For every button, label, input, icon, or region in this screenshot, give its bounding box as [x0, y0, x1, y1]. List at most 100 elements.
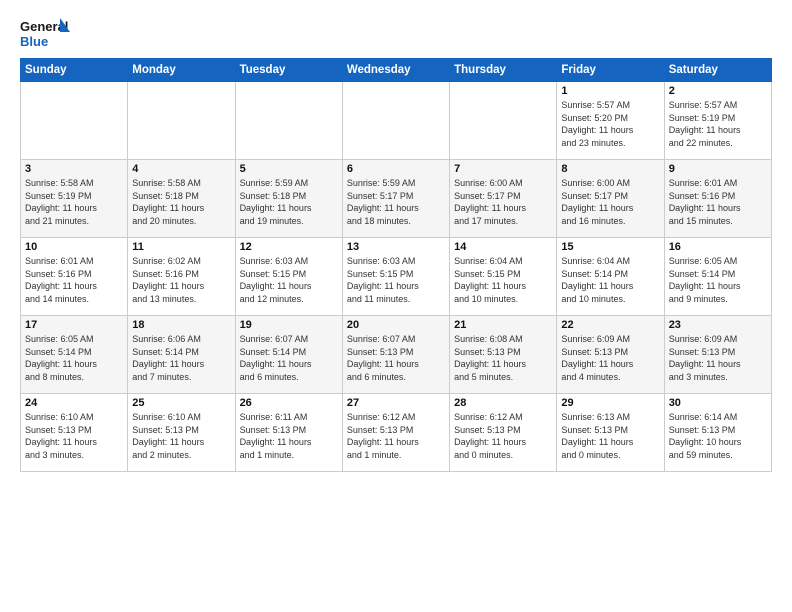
- day-info: Sunrise: 6:12 AM Sunset: 5:13 PM Dayligh…: [454, 411, 552, 461]
- day-info: Sunrise: 6:01 AM Sunset: 5:16 PM Dayligh…: [25, 255, 123, 305]
- calendar-cell: 30 Sunrise: 6:14 AM Sunset: 5:13 PM Dayli…: [664, 394, 771, 472]
- day-number: 16: [669, 241, 767, 253]
- day-number: 6: [347, 163, 445, 175]
- day-number: 14: [454, 241, 552, 253]
- column-header-friday: Friday: [557, 59, 664, 82]
- calendar-cell: 21Sunrise: 6:08 AM Sunset: 5:13 PM Dayli…: [450, 316, 557, 394]
- calendar-cell: [450, 82, 557, 160]
- day-number: 22: [561, 319, 659, 331]
- day-info: Sunrise: 6:02 AM Sunset: 5:16 PM Dayligh…: [132, 255, 230, 305]
- day-info: Sunrise: 6:12 AM Sunset: 5:13 PM Dayligh…: [347, 411, 445, 461]
- day-number: 12: [240, 241, 338, 253]
- calendar-cell: 19 Sunrise: 6:07 AM Sunset: 5:14 PM Dayli…: [235, 316, 342, 394]
- day-info: Sunrise: 6:05 AM Sunset: 5:14 PM Dayligh…: [669, 255, 767, 305]
- day-info: Sunrise: 6:03 AM Sunset: 5:15 PM Dayligh…: [347, 255, 445, 305]
- day-number: 17: [25, 319, 123, 331]
- day-info: Sunrise: 6:10 AM Sunset: 5:13 PM Dayligh…: [25, 411, 123, 461]
- day-info: Sunrise: 5:59 AM Sunset: 5:17 PM Dayligh…: [347, 177, 445, 227]
- calendar-cell: 28 Sunrise: 6:12 AM Sunset: 5:13 PM Dayli…: [450, 394, 557, 472]
- column-header-wednesday: Wednesday: [342, 59, 449, 82]
- day-number: 26: [240, 397, 338, 409]
- day-info: Sunrise: 5:57 AM Sunset: 5:20 PM Dayligh…: [561, 99, 659, 149]
- day-info: Sunrise: 5:58 AM Sunset: 5:19 PM Dayligh…: [25, 177, 123, 227]
- day-number: 5: [240, 163, 338, 175]
- calendar-cell: 10 Sunrise: 6:01 AM Sunset: 5:16 PM Dayli…: [21, 238, 128, 316]
- day-info: Sunrise: 6:00 AM Sunset: 5:17 PM Dayligh…: [561, 177, 659, 227]
- calendar-cell: 2 Sunrise: 5:57 AM Sunset: 5:19 PM Daylig…: [664, 82, 771, 160]
- day-number: 24: [25, 397, 123, 409]
- day-info: Sunrise: 6:03 AM Sunset: 5:15 PM Dayligh…: [240, 255, 338, 305]
- calendar-week-2: 3Sunrise: 5:58 AM Sunset: 5:19 PM Daylig…: [21, 160, 772, 238]
- day-number: 11: [132, 241, 230, 253]
- calendar-cell: 8 Sunrise: 6:00 AM Sunset: 5:17 PM Daylig…: [557, 160, 664, 238]
- day-number: 19: [240, 319, 338, 331]
- calendar-cell: 23 Sunrise: 6:09 AM Sunset: 5:13 PM Dayli…: [664, 316, 771, 394]
- day-info: Sunrise: 6:09 AM Sunset: 5:13 PM Dayligh…: [669, 333, 767, 383]
- day-info: Sunrise: 6:10 AM Sunset: 5:13 PM Dayligh…: [132, 411, 230, 461]
- column-header-tuesday: Tuesday: [235, 59, 342, 82]
- day-number: 27: [347, 397, 445, 409]
- day-number: 13: [347, 241, 445, 253]
- day-number: 4: [132, 163, 230, 175]
- calendar-week-3: 10 Sunrise: 6:01 AM Sunset: 5:16 PM Dayli…: [21, 238, 772, 316]
- day-info: Sunrise: 5:58 AM Sunset: 5:18 PM Dayligh…: [132, 177, 230, 227]
- day-number: 28: [454, 397, 552, 409]
- calendar-cell: 17 Sunrise: 6:05 AM Sunset: 5:14 PM Dayli…: [21, 316, 128, 394]
- day-number: 9: [669, 163, 767, 175]
- calendar-cell: 24 Sunrise: 6:10 AM Sunset: 5:13 PM Dayli…: [21, 394, 128, 472]
- day-info: Sunrise: 5:59 AM Sunset: 5:18 PM Dayligh…: [240, 177, 338, 227]
- day-info: Sunrise: 6:11 AM Sunset: 5:13 PM Dayligh…: [240, 411, 338, 461]
- day-number: 1: [561, 85, 659, 97]
- calendar-week-4: 17 Sunrise: 6:05 AM Sunset: 5:14 PM Dayli…: [21, 316, 772, 394]
- day-info: Sunrise: 6:14 AM Sunset: 5:13 PM Dayligh…: [669, 411, 767, 461]
- day-info: Sunrise: 6:05 AM Sunset: 5:14 PM Dayligh…: [25, 333, 123, 383]
- calendar-cell: 5 Sunrise: 5:59 AM Sunset: 5:18 PM Daylig…: [235, 160, 342, 238]
- calendar-week-1: 1 Sunrise: 5:57 AM Sunset: 5:20 PM Daylig…: [21, 82, 772, 160]
- column-header-saturday: Saturday: [664, 59, 771, 82]
- calendar-cell: 6 Sunrise: 5:59 AM Sunset: 5:17 PM Daylig…: [342, 160, 449, 238]
- calendar-table: SundayMondayTuesdayWednesdayThursdayFrid…: [20, 58, 772, 472]
- calendar-cell: 29Sunrise: 6:13 AM Sunset: 5:13 PM Dayli…: [557, 394, 664, 472]
- calendar-header-row: SundayMondayTuesdayWednesdayThursdayFrid…: [21, 59, 772, 82]
- day-number: 30: [669, 397, 767, 409]
- day-number: 10: [25, 241, 123, 253]
- calendar-cell: 22 Sunrise: 6:09 AM Sunset: 5:13 PM Dayli…: [557, 316, 664, 394]
- calendar-cell: 14 Sunrise: 6:04 AM Sunset: 5:15 PM Dayli…: [450, 238, 557, 316]
- day-info: Sunrise: 6:00 AM Sunset: 5:17 PM Dayligh…: [454, 177, 552, 227]
- day-info: Sunrise: 6:06 AM Sunset: 5:14 PM Dayligh…: [132, 333, 230, 383]
- calendar-cell: 27 Sunrise: 6:12 AM Sunset: 5:13 PM Dayli…: [342, 394, 449, 472]
- day-number: 2: [669, 85, 767, 97]
- calendar-cell: [342, 82, 449, 160]
- calendar-cell: 18 Sunrise: 6:06 AM Sunset: 5:14 PM Dayli…: [128, 316, 235, 394]
- day-info: Sunrise: 6:09 AM Sunset: 5:13 PM Dayligh…: [561, 333, 659, 383]
- day-number: 15: [561, 241, 659, 253]
- column-header-thursday: Thursday: [450, 59, 557, 82]
- calendar-cell: 3Sunrise: 5:58 AM Sunset: 5:19 PM Daylig…: [21, 160, 128, 238]
- page-header: GeneralBlue: [20, 16, 772, 52]
- calendar-cell: [128, 82, 235, 160]
- day-number: 25: [132, 397, 230, 409]
- day-info: Sunrise: 6:04 AM Sunset: 5:15 PM Dayligh…: [454, 255, 552, 305]
- calendar-cell: 1 Sunrise: 5:57 AM Sunset: 5:20 PM Daylig…: [557, 82, 664, 160]
- calendar-cell: 4 Sunrise: 5:58 AM Sunset: 5:18 PM Daylig…: [128, 160, 235, 238]
- calendar-cell: 16 Sunrise: 6:05 AM Sunset: 5:14 PM Dayli…: [664, 238, 771, 316]
- calendar-cell: [235, 82, 342, 160]
- calendar-cell: 20Sunrise: 6:07 AM Sunset: 5:13 PM Dayli…: [342, 316, 449, 394]
- day-number: 23: [669, 319, 767, 331]
- day-info: Sunrise: 5:57 AM Sunset: 5:19 PM Dayligh…: [669, 99, 767, 149]
- calendar-body: 1 Sunrise: 5:57 AM Sunset: 5:20 PM Daylig…: [21, 82, 772, 472]
- day-number: 29: [561, 397, 659, 409]
- day-info: Sunrise: 6:07 AM Sunset: 5:14 PM Dayligh…: [240, 333, 338, 383]
- day-number: 21: [454, 319, 552, 331]
- column-header-sunday: Sunday: [21, 59, 128, 82]
- calendar-cell: 9Sunrise: 6:01 AM Sunset: 5:16 PM Daylig…: [664, 160, 771, 238]
- svg-text:Blue: Blue: [20, 34, 48, 49]
- day-number: 18: [132, 319, 230, 331]
- day-number: 8: [561, 163, 659, 175]
- column-header-monday: Monday: [128, 59, 235, 82]
- calendar-cell: 15 Sunrise: 6:04 AM Sunset: 5:14 PM Dayli…: [557, 238, 664, 316]
- calendar-cell: 11 Sunrise: 6:02 AM Sunset: 5:16 PM Dayli…: [128, 238, 235, 316]
- day-number: 7: [454, 163, 552, 175]
- day-info: Sunrise: 6:04 AM Sunset: 5:14 PM Dayligh…: [561, 255, 659, 305]
- calendar-cell: [21, 82, 128, 160]
